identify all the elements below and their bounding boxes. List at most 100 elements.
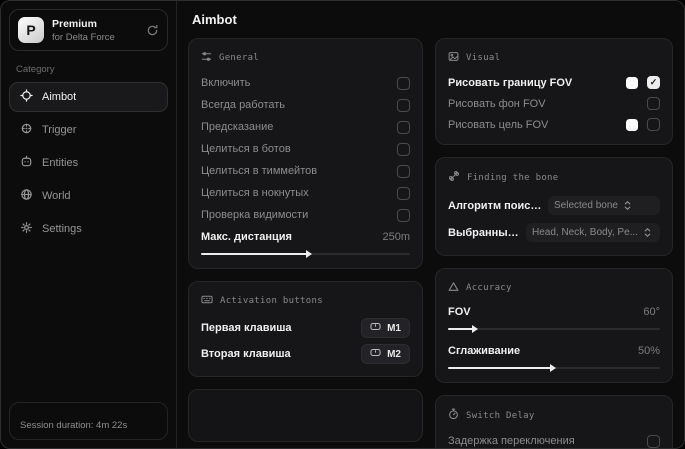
setting-label: Проверка видимости	[201, 209, 309, 221]
draw-fov-background-checkbox[interactable]: ✓	[647, 97, 660, 110]
section-title: Switch Delay	[466, 410, 535, 421]
checkmark-icon: ✓	[649, 77, 658, 87]
switch-delay-checkbox[interactable]: ✓	[647, 434, 660, 448]
aim-bots-checkbox[interactable]: ✓	[397, 142, 410, 156]
refresh-icon[interactable]	[146, 24, 159, 37]
sidebar-item-trigger[interactable]: Trigger	[9, 115, 168, 145]
sidebar-item-aimbot[interactable]: Aimbot	[9, 82, 168, 112]
image-icon	[448, 51, 459, 65]
unfold-icon	[623, 200, 632, 211]
section-title: Visual	[466, 53, 501, 63]
always-work-checkbox[interactable]: ✓	[397, 98, 410, 112]
setting-label: Целиться в ботов	[201, 143, 291, 155]
toggle-label: Задержка переключения	[448, 435, 575, 447]
dropdown-value: Head, Neck, Body, Pe...	[532, 227, 638, 238]
visual-card: Visual Рисовать границу FOV ✓ Рисовать ф…	[435, 38, 673, 145]
setting-label: Предсказание	[201, 121, 274, 133]
slider-fill	[448, 366, 554, 369]
max-distance-group: Макс. дистанция 250m	[201, 227, 410, 259]
slider-label: FOV	[448, 306, 471, 318]
setting-label: Целиться в нокнутых	[201, 187, 309, 199]
slider-value: 60°	[643, 306, 660, 318]
fov-border-color-swatch[interactable]	[626, 76, 638, 89]
draw-fov-border-checkbox[interactable]: ✓	[647, 76, 660, 89]
setting-row: Проверка видимости ✓	[201, 204, 410, 226]
switch-delay-section-header: Switch Delay	[448, 408, 660, 423]
switch-delay-toggle-row: Задержка переключения ✓	[448, 430, 660, 448]
visual-row: Рисовать границу FOV ✓	[448, 72, 660, 93]
section-title: General	[219, 53, 260, 63]
bone-setting-label: Алгоритм поиска костей	[448, 199, 542, 212]
accuracy-section-header: Accuracy	[448, 281, 660, 295]
section-title: Finding the bone	[467, 172, 559, 183]
first-key-button[interactable]: M1	[361, 318, 410, 338]
second-key-button[interactable]: M2	[361, 344, 410, 364]
right-column: Visual Рисовать границу FOV ✓ Рисовать ф…	[435, 38, 673, 448]
keybind-row: Первая клавиша M1	[201, 315, 410, 341]
visibility-check-checkbox[interactable]: ✓	[397, 208, 410, 222]
globe-icon	[20, 188, 33, 204]
setting-label: Включить	[201, 77, 251, 89]
brand-title: Premium	[52, 17, 97, 30]
slider-value: 50%	[637, 345, 660, 357]
visual-row: Рисовать цель FOV ✓	[448, 114, 660, 135]
section-title: Accuracy	[466, 283, 512, 293]
page-title: Aimbot	[192, 12, 237, 27]
slider-track	[448, 327, 660, 330]
triangle-icon	[448, 281, 459, 295]
fov-slider[interactable]	[448, 323, 660, 334]
fov-group: FOV 60°	[448, 302, 660, 334]
visual-controls: ✓	[626, 76, 660, 89]
sidebar-item-settings[interactable]: Settings	[9, 214, 168, 244]
slider-header-row: Сглаживание 50%	[448, 341, 660, 361]
brand-logo: P	[18, 17, 44, 43]
aim-knocked-checkbox[interactable]: ✓	[397, 186, 410, 200]
bone-icon	[448, 170, 460, 185]
sidebar-item-label: Trigger	[42, 124, 77, 136]
smoothing-slider[interactable]	[448, 362, 660, 373]
visual-label: Рисовать границу FOV	[448, 76, 573, 89]
sliders-icon	[201, 51, 212, 65]
sidebar-item-label: Settings	[42, 223, 82, 235]
prediction-checkbox[interactable]: ✓	[397, 120, 410, 134]
mouse-icon	[370, 348, 381, 360]
keybind-value: M2	[387, 348, 401, 360]
session-duration-card: Session duration: 4m 22s	[9, 402, 168, 440]
sidebar: P Premium for Delta Force Category Aimbo…	[1, 1, 176, 448]
slider-fill	[448, 327, 476, 330]
accuracy-card: Accuracy FOV 60° Сглаживание 50%	[435, 268, 673, 383]
bone-setting-label: Выбранные кости	[448, 226, 520, 239]
dropdown-value: Selected bone	[554, 200, 618, 211]
visual-section-header: Visual	[448, 51, 660, 65]
section-title: Activation buttons	[220, 296, 323, 306]
setting-row: Целиться в нокнутых ✓	[201, 182, 410, 204]
slider-label: Сглаживание	[448, 345, 521, 357]
switch-delay-card: Switch Delay Задержка переключения ✓ Зад…	[435, 395, 673, 448]
category-label: Category	[16, 64, 55, 75]
setting-row: Всегда работать ✓	[201, 94, 410, 116]
sidebar-item-label: Aimbot	[42, 91, 77, 103]
content-columns: General Включить ✓ Всегда работать ✓ Пре…	[188, 38, 673, 448]
selected-bones-dropdown[interactable]: Head, Neck, Body, Pe...	[526, 223, 660, 242]
brand-text: Premium for Delta Force	[52, 18, 138, 43]
general-section-header: General	[201, 51, 410, 65]
max-distance-slider[interactable]	[201, 248, 410, 259]
fov-target-color-swatch[interactable]	[626, 118, 638, 131]
draw-fov-target-checkbox[interactable]: ✓	[647, 118, 660, 131]
aim-teammates-checkbox[interactable]: ✓	[397, 164, 410, 178]
bone-section-header: Finding the bone	[448, 170, 660, 185]
visual-controls: ✓	[626, 118, 660, 131]
smoothing-group: Сглаживание 50%	[448, 341, 660, 373]
slider-label: Макс. дистанция	[201, 231, 292, 243]
sidebar-item-entities[interactable]: Entities	[9, 148, 168, 178]
bot-icon	[20, 155, 33, 171]
bone-algorithm-dropdown[interactable]: Selected bone	[548, 196, 660, 215]
enable-checkbox[interactable]: ✓	[397, 76, 410, 90]
visual-label: Рисовать фон FOV	[448, 97, 546, 110]
keybind-row: Вторая клавиша M2	[201, 341, 410, 367]
stopwatch-icon	[448, 408, 459, 423]
brand-card: P Premium for Delta Force	[9, 9, 168, 51]
sidebar-item-world[interactable]: World	[9, 181, 168, 211]
keybind-value: M1	[387, 322, 401, 334]
bone-setting-row: Выбранные кости Head, Neck, Body, Pe...	[448, 219, 660, 246]
